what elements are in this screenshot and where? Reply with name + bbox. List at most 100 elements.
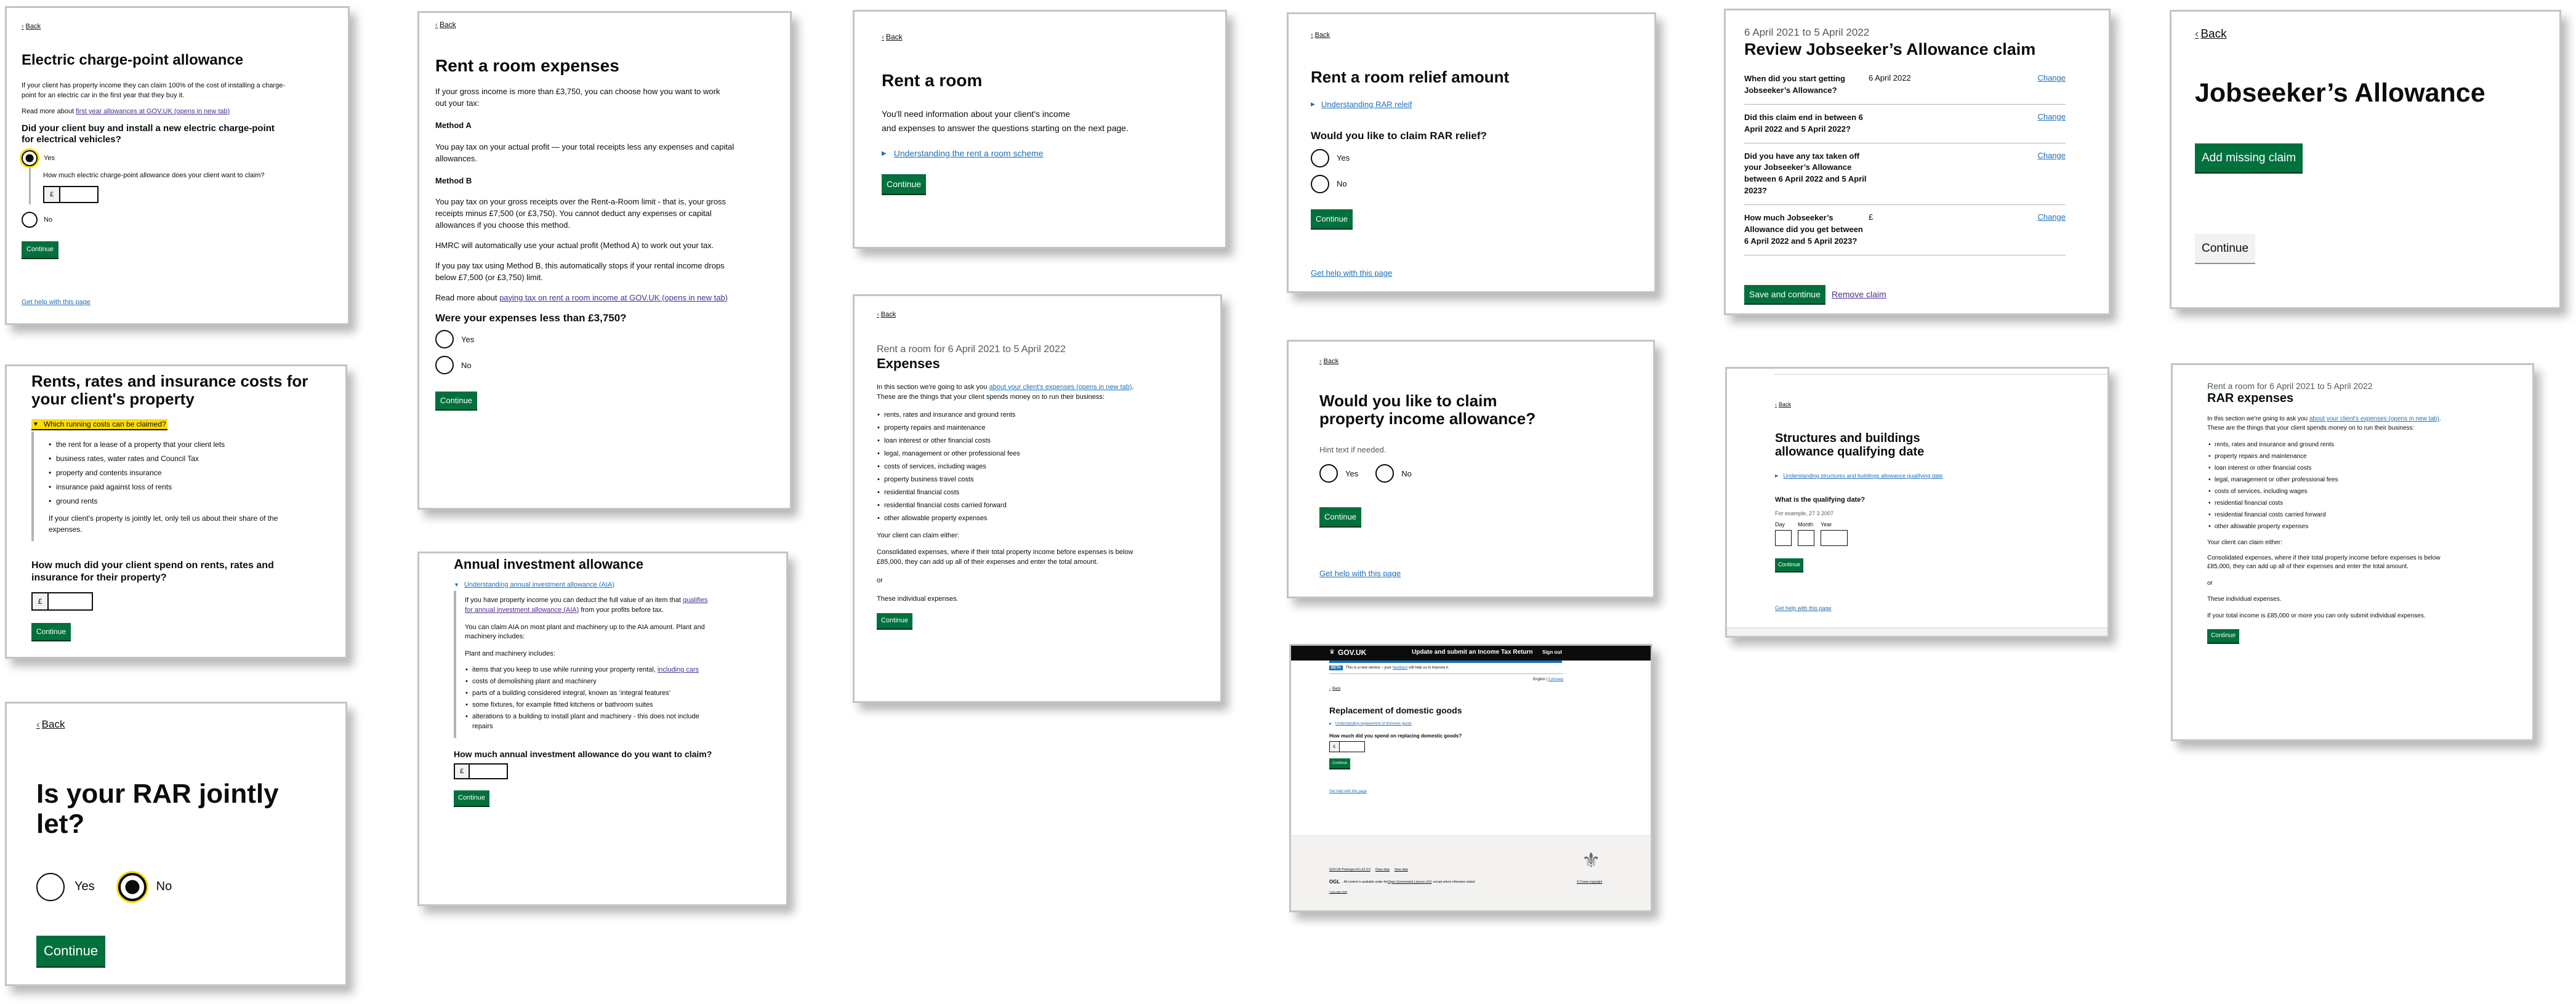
radio-yes[interactable]: Yes bbox=[1319, 464, 1358, 483]
back-link[interactable]: ‹ Back bbox=[1311, 31, 1330, 39]
radio-yes[interactable]: Yes bbox=[36, 872, 95, 901]
phase-banner: BETA This is a new service – your feedba… bbox=[1329, 665, 1563, 674]
back-link[interactable]: ‹ Back bbox=[877, 311, 896, 318]
aia-para-3: Plant and machinery includes: bbox=[465, 650, 555, 658]
year-input[interactable] bbox=[1821, 530, 1848, 547]
continue-button[interactable]: Continue bbox=[2207, 629, 2240, 643]
continue-button[interactable]: Continue bbox=[22, 241, 59, 259]
details-summary[interactable]: ▶ Understanding structures and buildings… bbox=[1775, 473, 2083, 479]
get-help-link[interactable]: Get help with this page bbox=[22, 299, 91, 306]
question-heading: What is the qualifying date? bbox=[1775, 496, 1866, 504]
continue-button[interactable]: Continue bbox=[454, 790, 490, 806]
date-month: Month bbox=[1798, 521, 1814, 547]
feedback-link[interactable]: feedback bbox=[1393, 666, 1407, 670]
amount-input[interactable] bbox=[60, 187, 97, 203]
continue-button[interactable]: Continue bbox=[36, 935, 106, 966]
radio-yes[interactable]: Yes bbox=[22, 150, 329, 167]
change-link[interactable]: Change bbox=[2029, 112, 2066, 135]
radio-button-yes[interactable] bbox=[36, 872, 65, 901]
month-input[interactable] bbox=[1798, 530, 1814, 547]
get-help-link[interactable]: Get help with this page bbox=[1311, 268, 1392, 278]
continue-button[interactable]: Continue bbox=[882, 174, 927, 195]
change-link[interactable]: Change bbox=[2029, 73, 2066, 97]
back-link[interactable]: ‹ Back bbox=[2195, 28, 2227, 41]
chevron-left-icon: ‹ bbox=[36, 718, 40, 730]
amount-input[interactable] bbox=[49, 593, 92, 610]
continue-button[interactable]: Continue bbox=[31, 623, 71, 641]
remove-claim-link[interactable]: Remove claim bbox=[1832, 289, 1886, 299]
details-summary[interactable]: ▼ Which running costs can be claimed? bbox=[31, 419, 167, 431]
radio-button-no[interactable] bbox=[1311, 174, 1329, 193]
radio-yes[interactable]: Yes bbox=[1311, 148, 1631, 167]
chevron-left-icon: ‹ bbox=[1775, 401, 1777, 408]
chevron-left-icon: ‹ bbox=[2195, 28, 2199, 41]
continue-button[interactable]: Continue bbox=[1329, 758, 1351, 769]
continue-button[interactable]: Continue bbox=[1775, 558, 1804, 572]
individual-text: These individual expenses. bbox=[877, 595, 959, 603]
add-missing-claim-button[interactable]: Add missing claim bbox=[2195, 143, 2303, 173]
back-link[interactable]: ‹ Back bbox=[1329, 687, 1340, 691]
summary-list: When did you start getting Jobseeker’s A… bbox=[1744, 73, 2066, 255]
client-expenses-link[interactable]: about your client's expenses (opens in n… bbox=[989, 384, 1132, 391]
continue-button[interactable]: Continue bbox=[1319, 507, 1362, 527]
list-item: the rent for a lease of a property that … bbox=[49, 438, 327, 452]
ogl-logo: OGL bbox=[1329, 879, 1340, 885]
aia-para-2: You can claim AIA on most plant and mach… bbox=[465, 623, 705, 641]
including-cars-link[interactable]: including cars bbox=[658, 666, 699, 673]
sign-out-link[interactable]: Sign out bbox=[1542, 649, 1562, 655]
continue-button[interactable]: Continue bbox=[877, 613, 913, 629]
save-and-continue-button[interactable]: Save and continue bbox=[1744, 284, 1825, 303]
get-help-link[interactable]: Get help with this page bbox=[1319, 569, 1401, 578]
footer-link-clear-data[interactable]: Clear data bbox=[1375, 868, 1390, 872]
continue-button[interactable]: Continue bbox=[2195, 234, 2256, 263]
copy-page-state-link[interactable]: Copy page state bbox=[1329, 890, 1347, 893]
crown-copyright-link[interactable]: © Crown copyright bbox=[1577, 880, 1602, 884]
back-link[interactable]: ‹ Back bbox=[22, 23, 41, 30]
radio-no[interactable]: No bbox=[1311, 174, 1631, 193]
radio-button-no[interactable] bbox=[118, 872, 147, 901]
govuk-header: ♛ GOV.UK Update and submit an Income Tax… bbox=[1291, 646, 1651, 661]
radio-button-yes[interactable] bbox=[435, 330, 454, 349]
footer-link-prototype-kit[interactable]: GOV.UK Prototype Kit v12.3.0 bbox=[1329, 868, 1371, 872]
amount-input[interactable] bbox=[1340, 742, 1363, 752]
change-link[interactable]: Change bbox=[2029, 151, 2066, 197]
radio-no[interactable]: No bbox=[1375, 464, 1412, 483]
back-link[interactable]: ‹ Back bbox=[435, 20, 456, 29]
govuk-logo[interactable]: GOV.UK bbox=[1338, 648, 1366, 657]
amount-input[interactable] bbox=[470, 765, 507, 779]
radio-button-yes[interactable] bbox=[1311, 148, 1329, 167]
cymraeg-link[interactable]: Cymraeg bbox=[1548, 678, 1563, 681]
details-summary[interactable]: ▶ Understanding replacement of domestic … bbox=[1329, 722, 1563, 726]
first-year-allowances-link[interactable]: first year allowances at GOV.UK (opens i… bbox=[76, 108, 230, 115]
list-item: legal, management or other professional … bbox=[2208, 474, 2503, 486]
read-more: Read more about first year allowances at… bbox=[22, 107, 230, 115]
radio-button-no[interactable] bbox=[22, 212, 38, 228]
open-government-licence-link[interactable]: Open Government Licence v3.0 bbox=[1388, 880, 1431, 884]
details-summary[interactable]: ▶ Understanding the rent a room scheme bbox=[882, 148, 1202, 158]
radio-yes[interactable]: Yes bbox=[435, 330, 768, 349]
page-title: Annual investment allowance bbox=[454, 556, 644, 572]
get-help-link[interactable]: Get help with this page bbox=[1329, 790, 1367, 793]
back-link[interactable]: ‹ Back bbox=[36, 718, 65, 731]
back-link[interactable]: ‹ Back bbox=[1319, 358, 1338, 365]
client-expenses-link[interactable]: about your client's expenses (opens in n… bbox=[2309, 416, 2439, 422]
rent-a-room-income-link[interactable]: paying tax on rent a room income at GOV.… bbox=[499, 293, 728, 302]
radio-button-yes[interactable] bbox=[1319, 464, 1338, 483]
radio-no[interactable]: No bbox=[22, 212, 329, 228]
day-input[interactable] bbox=[1775, 530, 1792, 547]
back-link[interactable]: ‹ Back bbox=[882, 33, 903, 41]
details-summary[interactable]: ▼ Understanding annual investment allowa… bbox=[454, 581, 774, 588]
service-name[interactable]: Update and submit an Income Tax Return bbox=[1412, 649, 1533, 656]
change-link[interactable]: Change bbox=[2029, 212, 2066, 247]
continue-button[interactable]: Continue bbox=[435, 392, 478, 410]
footer-link-view-data[interactable]: View data bbox=[1395, 868, 1408, 872]
continue-button[interactable]: Continue bbox=[1311, 209, 1353, 228]
radio-button-no[interactable] bbox=[435, 356, 454, 375]
radio-no[interactable]: No bbox=[118, 872, 172, 901]
radio-button-no[interactable] bbox=[1375, 464, 1395, 483]
back-link[interactable]: ‹ Back bbox=[1775, 401, 1791, 408]
radio-no[interactable]: No bbox=[435, 356, 768, 375]
details-summary[interactable]: ▶ Understanding RAR releif bbox=[1311, 100, 1631, 109]
get-help-link[interactable]: Get help with this page bbox=[1775, 605, 1832, 611]
radio-button-yes[interactable] bbox=[22, 150, 38, 167]
